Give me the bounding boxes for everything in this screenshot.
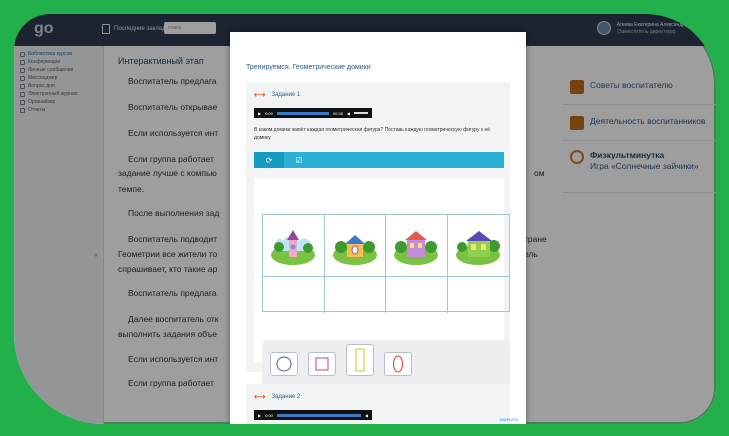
shape-circle[interactable]	[270, 352, 298, 376]
oval-icon	[393, 355, 403, 373]
task-workspace	[254, 178, 510, 392]
task-header: ⟷ Задание 2	[254, 392, 300, 401]
audio-player[interactable]: ▶ 0:00 00:35 ◀	[254, 108, 372, 118]
drop-slot[interactable]	[448, 277, 510, 313]
house-cell-1	[263, 215, 325, 277]
check-button[interactable]: ☑	[284, 152, 314, 168]
house-cell-3	[386, 215, 448, 277]
house-cell-2	[324, 215, 386, 277]
reset-button[interactable]: ⟳	[254, 152, 284, 168]
shape-oval[interactable]	[384, 352, 412, 376]
shape-square[interactable]	[308, 352, 336, 376]
task-toolbar: ⟳ ☑	[254, 152, 504, 168]
house-with-rectangle	[455, 231, 500, 265]
house-cell-4	[447, 215, 509, 277]
audio-player[interactable]: ▶ 0:00 ◀	[254, 410, 372, 420]
drop-slot[interactable]	[263, 277, 325, 313]
task-card-2: ⟷ Задание 2 ▶ 0:00 ◀	[246, 384, 510, 424]
task-header: ⟷ Задание 1	[254, 90, 300, 99]
volume-icon[interactable]: ◀	[347, 111, 350, 116]
house-grid	[262, 214, 510, 313]
play-icon[interactable]: ▶	[258, 413, 261, 418]
task-modal: Тренируемся. Геометрические домики ⟷ Зад…	[230, 32, 526, 424]
task-instructions: В каком домике живёт каждая геометрическ…	[254, 127, 491, 141]
audio-time-end: 00:35	[332, 110, 343, 116]
refresh-icon: ⟳	[265, 155, 273, 165]
house-with-oval	[332, 235, 377, 265]
task-card-1: ⟷ Задание 1 ▶ 0:00 00:35 ◀ В каком домик…	[246, 82, 510, 392]
task-icon: ⟷	[254, 392, 266, 401]
modal-title: Тренируемся. Геометрические домики	[246, 64, 371, 71]
circle-icon	[276, 356, 292, 372]
task-icon: ⟷	[254, 90, 266, 99]
audio-time-start: 0:00	[265, 412, 273, 418]
volume-slider[interactable]	[354, 112, 368, 114]
shape-rectangle[interactable]	[346, 344, 374, 376]
rectangle-icon	[355, 348, 365, 372]
house-with-windows	[394, 231, 438, 265]
audio-time-start: 0:00	[265, 110, 273, 116]
play-icon[interactable]: ▶	[258, 111, 261, 116]
close-button[interactable]: ЗАКРЫТЬ	[499, 417, 518, 422]
house-with-circle-tower	[271, 230, 315, 265]
volume-icon[interactable]: ◀	[365, 413, 368, 418]
check-icon: ☑	[295, 155, 303, 165]
drop-slot[interactable]	[386, 277, 448, 313]
audio-progress-bar[interactable]	[276, 413, 361, 417]
audio-progress-bar[interactable]	[276, 111, 329, 115]
task-label: Задание 2	[271, 393, 301, 400]
screen-area: go Последние закладки поиск Агеева Екате…	[14, 14, 716, 424]
task-label: Задание 1	[271, 91, 301, 98]
square-icon	[315, 357, 329, 371]
drop-slot[interactable]	[325, 277, 386, 313]
